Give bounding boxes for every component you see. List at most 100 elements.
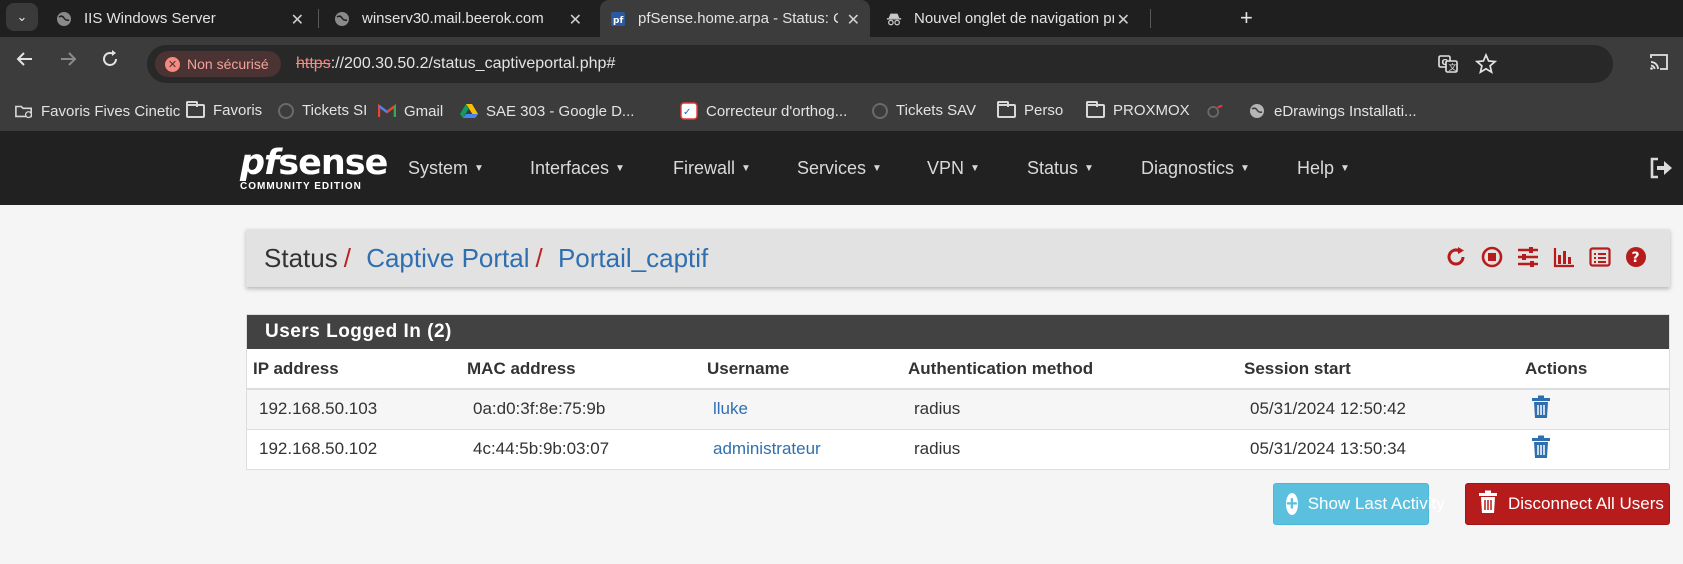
pfsense-navbar: pfsense COMMUNITY EDITION System ▼ Interf… bbox=[0, 131, 1683, 205]
new-tab-button[interactable]: + bbox=[1240, 5, 1253, 31]
caret-down-icon: ▼ bbox=[474, 163, 484, 174]
trash-icon bbox=[1478, 490, 1498, 519]
svg-text:文: 文 bbox=[1449, 62, 1457, 72]
folder-icon bbox=[997, 100, 1016, 118]
settings-sliders-icon[interactable] bbox=[1516, 245, 1540, 269]
close-tab-icon[interactable]: ✕ bbox=[847, 10, 860, 30]
column-header: Actions bbox=[1519, 349, 1669, 390]
logout-icon[interactable] bbox=[1649, 157, 1673, 184]
caret-down-icon: ▼ bbox=[615, 163, 625, 174]
browser-tab[interactable]: IIS Windows Server ✕ bbox=[52, 0, 314, 37]
caret-down-icon: ▼ bbox=[872, 163, 882, 174]
bookmark-item[interactable]: ✓ Correcteur d'orthog... bbox=[680, 102, 847, 120]
column-header[interactable]: Session start bbox=[1238, 349, 1519, 390]
table-header-row: IP address MAC address Username Authenti… bbox=[247, 349, 1669, 390]
bookmark-item[interactable]: PROXMOX bbox=[1086, 100, 1190, 119]
page-title: Status / Captive Portal / Portail_captif bbox=[264, 243, 709, 273]
plus-circle-icon: + bbox=[1286, 493, 1298, 515]
breadcrumb-link-captive-portal[interactable]: Captive Portal bbox=[366, 243, 529, 273]
menu-system[interactable]: System ▼ bbox=[408, 158, 484, 179]
bookmark-item[interactable]: Perso bbox=[997, 100, 1063, 119]
chevron-down-icon: ⌄ bbox=[16, 9, 28, 24]
tab-divider bbox=[1150, 9, 1151, 28]
session-start-cell: 05/31/2024 13:50:34 bbox=[1238, 428, 1519, 469]
column-header[interactable]: Username bbox=[701, 349, 902, 390]
menu-services[interactable]: Services ▼ bbox=[797, 158, 882, 179]
ip-cell: 192.168.50.102 bbox=[247, 428, 461, 469]
close-tab-icon[interactable]: ✕ bbox=[291, 10, 304, 30]
bookmarks-bar: Favoris Fives Cinetic Favoris Tickets SI… bbox=[0, 90, 1683, 131]
breadcrumb: Status / Captive Portal / Portail_captif ? bbox=[246, 229, 1670, 287]
mac-cell: 4c:44:5b:9b:03:07 bbox=[461, 428, 701, 469]
forward-button[interactable] bbox=[58, 49, 78, 75]
breadcrumb-actions: ? bbox=[1444, 245, 1648, 269]
username-cell: administrateur bbox=[701, 428, 902, 469]
tab-search-button[interactable]: ⌄ bbox=[6, 3, 38, 31]
breadcrumb-link-zone[interactable]: Portail_captif bbox=[558, 243, 708, 273]
show-last-activity-button[interactable]: + Show Last Activity bbox=[1273, 483, 1445, 525]
users-table: IP address MAC address Username Authenti… bbox=[247, 349, 1669, 469]
caret-down-icon: ▼ bbox=[970, 163, 980, 174]
caret-down-icon: ▼ bbox=[1084, 163, 1094, 174]
username-link[interactable]: administrateur bbox=[713, 439, 821, 458]
incognito-icon bbox=[886, 11, 902, 27]
browser-tab[interactable]: winserv30.mail.beerok.com ✕ bbox=[330, 0, 592, 37]
trash-icon[interactable] bbox=[1531, 435, 1551, 464]
caret-down-icon: ▼ bbox=[741, 163, 751, 174]
stop-service-icon[interactable] bbox=[1480, 245, 1504, 269]
security-chip[interactable]: ✕ Non sécurisé bbox=[155, 51, 281, 77]
disconnect-all-users-button[interactable]: Disconnect All Users bbox=[1465, 483, 1670, 525]
bookmark-item[interactable]: SAE 303 - Google D... bbox=[460, 102, 634, 120]
site-icon bbox=[278, 102, 294, 119]
back-button[interactable] bbox=[15, 49, 35, 75]
tab-divider bbox=[318, 9, 319, 28]
browser-toolbar: ✕ Non sécurisé https://200.30.50.2/statu… bbox=[0, 37, 1683, 90]
username-link[interactable]: lluke bbox=[713, 399, 748, 418]
close-tab-icon[interactable]: ✕ bbox=[569, 10, 582, 30]
log-list-icon[interactable] bbox=[1588, 245, 1612, 269]
browser-tab-active[interactable]: pf pfSense.home.arpa - Status: Cap ✕ bbox=[600, 0, 870, 37]
help-icon[interactable]: ? bbox=[1624, 245, 1648, 269]
column-header[interactable]: Authentication method bbox=[902, 349, 1238, 390]
refresh-icon[interactable] bbox=[1444, 245, 1468, 269]
bookmark-item[interactable]: eDrawings Installati... bbox=[1248, 102, 1417, 120]
actions-cell bbox=[1519, 388, 1669, 429]
bookmark-item[interactable]: Favoris Fives Cinetic bbox=[15, 102, 180, 120]
bookmark-item[interactable] bbox=[1206, 102, 1232, 120]
menu-help[interactable]: Help ▼ bbox=[1297, 158, 1350, 179]
globe-icon bbox=[56, 11, 72, 27]
browser-tab-strip: ⌄ IIS Windows Server ✕ winserv30.mail.be… bbox=[0, 0, 1683, 37]
bookmark-item[interactable]: Gmail bbox=[378, 102, 443, 120]
bookmark-star-icon[interactable] bbox=[1474, 52, 1498, 80]
close-tab-icon[interactable]: ✕ bbox=[1117, 10, 1130, 30]
url-text[interactable]: https://200.30.50.2/status_captiveportal… bbox=[296, 55, 615, 73]
menu-vpn[interactable]: VPN ▼ bbox=[927, 158, 980, 179]
bookmarks-manager-icon bbox=[15, 102, 33, 120]
menu-interfaces[interactable]: Interfaces ▼ bbox=[530, 158, 625, 179]
bar-chart-icon[interactable] bbox=[1552, 245, 1576, 269]
username-cell: lluke bbox=[701, 388, 902, 429]
address-bar[interactable]: ✕ Non sécurisé https://200.30.50.2/statu… bbox=[147, 45, 1613, 83]
column-header[interactable]: MAC address bbox=[461, 349, 701, 390]
users-logged-in-panel: Users Logged In (2) IP address MAC addre… bbox=[246, 314, 1670, 470]
menu-firewall[interactable]: Firewall ▼ bbox=[673, 158, 751, 179]
caret-down-icon: ▼ bbox=[1240, 163, 1250, 174]
table-row: 192.168.50.103 0a:d0:3f:8e:75:9b lluke r… bbox=[247, 388, 1669, 429]
site-icon bbox=[872, 102, 888, 119]
trash-icon[interactable] bbox=[1531, 395, 1551, 424]
reload-button[interactable] bbox=[100, 49, 120, 75]
bookmark-item[interactable]: Favoris bbox=[186, 100, 262, 119]
column-header[interactable]: IP address bbox=[247, 349, 461, 390]
menu-diagnostics[interactable]: Diagnostics ▼ bbox=[1141, 158, 1250, 179]
svg-text:✓: ✓ bbox=[683, 107, 691, 118]
table-row: 192.168.50.102 4c:44:5b:9b:03:07 adminis… bbox=[247, 428, 1669, 469]
actions-cell bbox=[1519, 428, 1669, 469]
bookmark-item[interactable]: Tickets SAV bbox=[872, 102, 976, 119]
menu-status[interactable]: Status ▼ bbox=[1027, 158, 1094, 179]
bookmark-item[interactable]: Tickets SI bbox=[278, 102, 367, 119]
cast-icon[interactable] bbox=[1648, 52, 1670, 77]
browser-tab[interactable]: Nouvel onglet de navigation pr ✕ bbox=[878, 0, 1140, 37]
translate-icon[interactable]: G文 bbox=[1437, 53, 1459, 80]
pfsense-logo[interactable]: pfsense COMMUNITY EDITION bbox=[240, 146, 388, 193]
session-start-cell: 05/31/2024 12:50:42 bbox=[1238, 388, 1519, 429]
